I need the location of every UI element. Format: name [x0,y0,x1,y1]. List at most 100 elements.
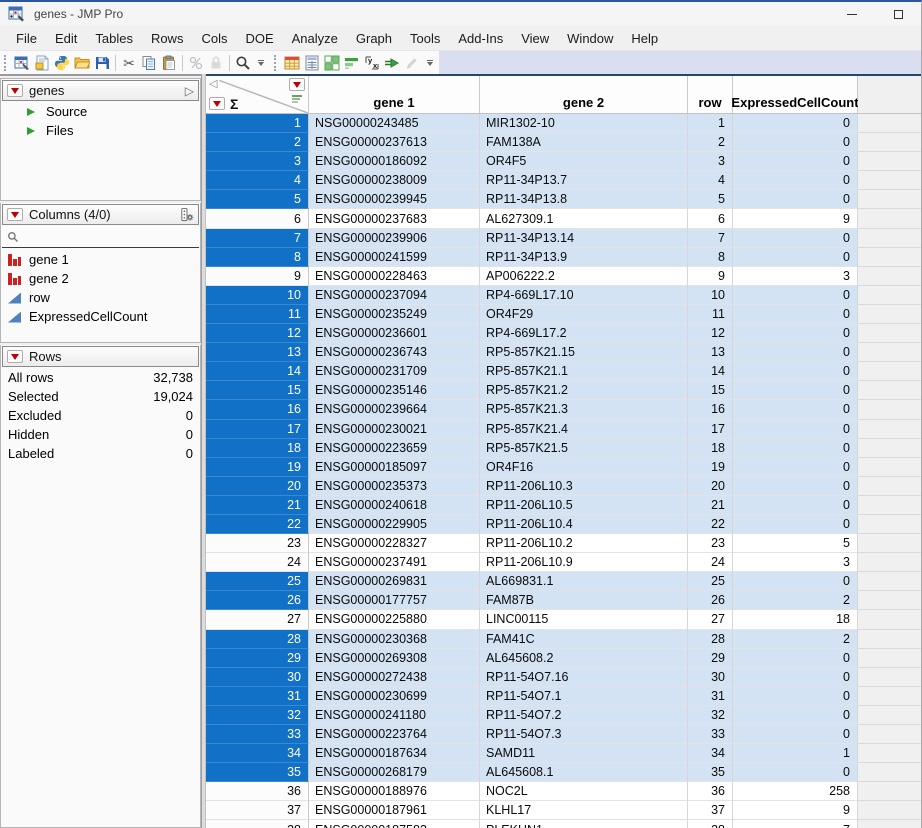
row-number-cell[interactable]: 29 [206,649,309,668]
gene2-cell[interactable]: RP11-206L10.2 [480,534,688,553]
row-cell[interactable]: 10 [688,286,733,305]
row-number-cell[interactable]: 9 [206,267,309,286]
menu-item[interactable]: File [7,28,46,49]
count-cell[interactable]: 0 [733,668,858,687]
copy-icon[interactable] [139,53,159,73]
gene1-cell[interactable]: ENSG00000235146 [309,381,480,400]
column-item[interactable]: row [1,288,200,307]
gene1-cell[interactable]: ENSG00000236743 [309,343,480,362]
row-number-cell[interactable]: 32 [206,706,309,725]
sigma-icon[interactable]: Σ [230,96,238,112]
columns-search-input[interactable] [24,230,194,244]
menu-item[interactable]: Tools [401,28,449,49]
row-cell[interactable]: 8 [688,248,733,267]
table-panel-item[interactable]: Files [1,121,200,140]
table-panel-item[interactable]: Source [1,102,200,121]
row-number-cell[interactable]: 15 [206,381,309,400]
menu-item[interactable]: Rows [142,28,193,49]
row-number-cell[interactable]: 34 [206,744,309,763]
collapse-panels-icon[interactable]: ◁ [209,77,217,90]
panel-expand-icon[interactable]: ▷ [185,84,194,98]
row-number-cell[interactable]: 28 [206,630,309,649]
row-number-cell[interactable]: 5 [206,190,309,209]
row-number-cell[interactable]: 4 [206,171,309,190]
table-row[interactable]: 29 ENSG00000269308 AL645608.2 29 0 [206,649,921,668]
gene2-cell[interactable]: AL645608.1 [480,763,688,782]
table-row[interactable]: 14 ENSG00000231709 RP5-857K21.1 14 0 [206,362,921,381]
gene2-cell[interactable]: FAM138A [480,133,688,152]
row-number-cell[interactable]: 37 [206,801,309,820]
gene2-cell[interactable]: MIR1302-10 [480,114,688,133]
column-item[interactable]: gene 2 [1,269,200,288]
gene2-cell[interactable]: RP11-34P13.14 [480,229,688,248]
gene1-cell[interactable]: ENSG00000269831 [309,572,480,591]
gene1-cell[interactable]: ENSG00000230368 [309,630,480,649]
row-cell[interactable]: 13 [688,343,733,362]
gene2-cell[interactable]: LINC00115 [480,610,688,629]
row-number-cell[interactable]: 18 [206,439,309,458]
row-number-cell[interactable]: 33 [206,725,309,744]
row-cell[interactable]: 33 [688,725,733,744]
row-number-cell[interactable]: 31 [206,687,309,706]
table-row[interactable]: 38 ENSG00000187583 PLEKHN1 38 7 [206,820,921,828]
red-triangle-button[interactable] [7,84,23,97]
row-cell[interactable]: 19 [688,458,733,477]
row-cell[interactable]: 1 [688,114,733,133]
row-number-cell[interactable]: 7 [206,229,309,248]
table-row[interactable]: 26 ENSG00000177757 FAM87B 26 2 [206,591,921,610]
gene2-cell[interactable]: AL627309.1 [480,209,688,228]
count-cell[interactable]: 0 [733,229,858,248]
count-cell[interactable]: 0 [733,400,858,419]
gene1-cell[interactable]: ENSG00000230699 [309,687,480,706]
row-number-cell[interactable]: 25 [206,572,309,591]
count-cell[interactable]: 0 [733,649,858,668]
count-cell[interactable]: 0 [733,343,858,362]
rows-stat[interactable]: Labeled 0 [1,444,200,463]
table-row[interactable]: 6 ENSG00000237683 AL627309.1 6 9 [206,209,921,228]
gene2-cell[interactable]: SAMD11 [480,744,688,763]
gene1-cell[interactable]: ENSG00000237094 [309,286,480,305]
row-number-cell[interactable]: 16 [206,400,309,419]
count-cell[interactable]: 0 [733,706,858,725]
row-cell[interactable]: 15 [688,381,733,400]
gene2-cell[interactable]: RP11-34P13.7 [480,171,688,190]
gene1-cell[interactable]: ENSG00000236601 [309,324,480,343]
row-number-cell[interactable]: 12 [206,324,309,343]
gene1-cell[interactable]: ENSG00000188976 [309,782,480,801]
row-cell[interactable]: 26 [688,591,733,610]
row-number-cell[interactable]: 3 [206,152,309,171]
gene2-cell[interactable]: RP5-857K21.1 [480,362,688,381]
table-row[interactable]: 11 ENSG00000235249 OR4F29 11 0 [206,305,921,324]
count-cell[interactable]: 0 [733,515,858,534]
gene1-cell[interactable]: ENSG00000269308 [309,649,480,668]
toolbar-grip[interactable] [274,55,278,71]
gene2-cell[interactable]: FAM87B [480,591,688,610]
row-cell[interactable]: 17 [688,420,733,439]
row-cell[interactable]: 31 [688,687,733,706]
gene2-cell[interactable]: RP11-54O7.3 [480,725,688,744]
gene1-cell[interactable]: ENSG00000186092 [309,152,480,171]
gene2-cell[interactable]: OR4F16 [480,458,688,477]
gene1-cell[interactable]: ENSG00000272438 [309,668,480,687]
row-number-cell[interactable]: 17 [206,420,309,439]
row-number-cell[interactable]: 14 [206,362,309,381]
table-row[interactable]: 28 ENSG00000230368 FAM41C 28 2 [206,630,921,649]
gene2-cell[interactable]: OR4F29 [480,305,688,324]
row-number-cell[interactable]: 8 [206,248,309,267]
menu-item[interactable]: Help [622,28,667,49]
table-row[interactable]: 17 ENSG00000230021 RP5-857K21.4 17 0 [206,420,921,439]
gene1-cell[interactable]: ENSG00000235249 [309,305,480,324]
row-cell[interactable]: 5 [688,190,733,209]
count-cell[interactable]: 3 [733,553,858,572]
python-icon[interactable] [52,53,72,73]
menu-item[interactable]: Window [558,28,622,49]
table-row[interactable]: 7 ENSG00000239906 RP11-34P13.14 7 0 [206,229,921,248]
menu-item[interactable]: Cols [192,28,236,49]
count-cell[interactable]: 258 [733,782,858,801]
gene2-cell[interactable]: NOC2L [480,782,688,801]
gene2-cell[interactable]: RP11-206L10.5 [480,496,688,515]
gene1-cell[interactable]: ENSG00000229905 [309,515,480,534]
gene1-cell[interactable]: ENSG00000225880 [309,610,480,629]
gene2-cell[interactable]: RP11-206L10.3 [480,477,688,496]
rows-stat[interactable]: All rows 32,738 [1,368,200,387]
